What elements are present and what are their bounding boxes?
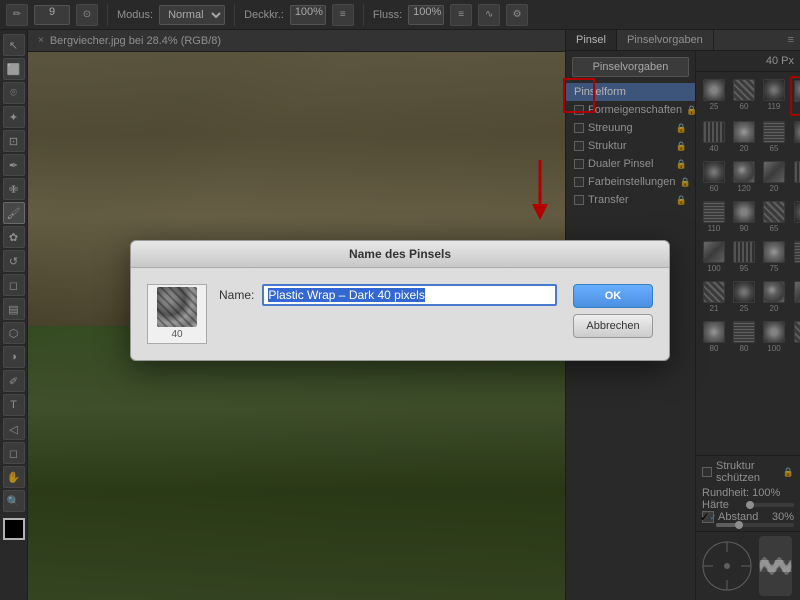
dialog-name-label: Name:	[219, 288, 254, 302]
dialog-brush-image	[157, 287, 197, 327]
dialog-form: Name:	[219, 284, 557, 326]
dialog-brush-size: 40	[171, 329, 182, 340]
dialog-name-input[interactable]	[262, 284, 557, 306]
dialog: Name des Pinsels 40 Name: OK Abbrechen	[130, 240, 670, 361]
dialog-brush-preview: 40	[147, 284, 207, 344]
dialog-name-row: Name:	[219, 284, 557, 306]
cancel-button[interactable]: Abbrechen	[573, 314, 653, 338]
cursor-area	[219, 316, 557, 326]
dialog-buttons: OK Abbrechen	[573, 284, 653, 338]
dialog-body: 40 Name: OK Abbrechen	[131, 268, 669, 360]
ok-button[interactable]: OK	[573, 284, 653, 308]
dialog-overlay: Name des Pinsels 40 Name: OK Abbrechen	[0, 0, 800, 600]
dialog-title: Name des Pinsels	[131, 241, 669, 268]
